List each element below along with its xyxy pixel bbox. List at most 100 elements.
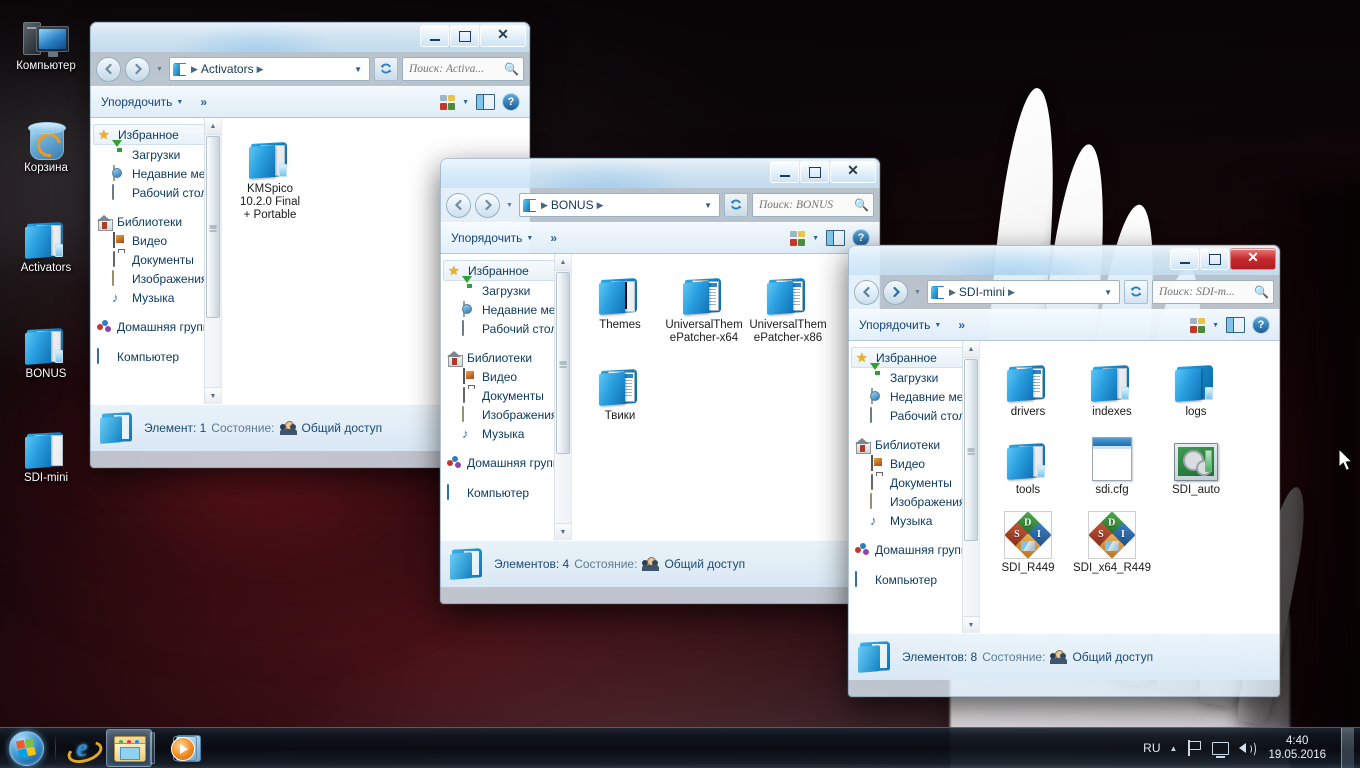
toolbar[interactable]: Упорядочить ▼ » ▼ ? (440, 222, 880, 254)
search-field[interactable] (407, 62, 502, 76)
help-icon[interactable]: ? (502, 93, 520, 111)
navigation-scrollbar[interactable]: ▲ ▼ (554, 254, 571, 540)
sidebar-item-pictures[interactable]: Изображения (90, 269, 221, 288)
search-field[interactable] (1157, 285, 1252, 299)
sidebar-item-libraries[interactable]: Библиотеки (90, 213, 221, 231)
breadcrumb[interactable]: ▶ SDI-mini ▶ ▼ (927, 280, 1120, 304)
preview-pane-icon[interactable] (476, 94, 495, 110)
list-item[interactable]: D S I SDI_R449 (986, 507, 1070, 575)
toolbar[interactable]: Упорядочить ▼ » ▼ ? (848, 309, 1280, 341)
breadcrumb[interactable]: ▶ Activators ▶ ▼ (169, 57, 370, 81)
sidebar-item-video[interactable]: Видео (90, 231, 221, 250)
sidebar-item-documents[interactable]: Документы (440, 386, 571, 405)
list-item[interactable]: KMSpico 10.2.0 Final + Portable (228, 128, 312, 222)
change-view-icon[interactable] (1190, 317, 1206, 333)
recent-pages-dropdown[interactable]: ▼ (912, 289, 923, 296)
breadcrumb-path[interactable]: BONUS (551, 198, 594, 212)
organize-button[interactable]: Упорядочить ▼ (446, 229, 538, 247)
volume-icon[interactable] (1238, 740, 1257, 757)
scroll-up-icon[interactable]: ▲ (205, 118, 221, 135)
sidebar-item-recent-places[interactable]: Недавние места (848, 387, 979, 406)
forward-button[interactable] (883, 279, 908, 305)
sidebar-item-homegroup[interactable]: Домашняя группа (90, 318, 221, 336)
toolbar-overflow-button[interactable]: » (194, 93, 213, 111)
list-item[interactable]: UniversalThemePatcher-x86 (746, 264, 830, 345)
desktop-icon-activators[interactable]: Activators (2, 212, 90, 275)
sidebar-item-recent-places[interactable]: Недавние места (90, 164, 221, 183)
language-indicator[interactable]: RU (1143, 741, 1160, 755)
desktop-icon-recycle-bin[interactable]: Корзина (2, 112, 90, 175)
navigation-scrollbar[interactable]: ▲ ▼ (962, 341, 979, 633)
explorer-window-bonus[interactable]: ✕ ▼ ▶ BONUS ▶ ▼ 🔍 Упорядочи (440, 158, 880, 604)
sidebar-item-computer[interactable]: Компьютер (440, 483, 571, 502)
help-icon[interactable]: ? (1252, 316, 1270, 334)
sidebar-item-downloads[interactable]: Загрузки (90, 140, 221, 164)
back-button[interactable] (854, 279, 879, 305)
organize-button[interactable]: Упорядочить ▼ (96, 93, 188, 111)
chevron-down-icon[interactable]: ▼ (462, 99, 469, 106)
scrollbar-thumb[interactable] (964, 359, 978, 541)
toolbar-overflow-button[interactable]: » (952, 316, 971, 334)
breadcrumb[interactable]: ▶ BONUS ▶ ▼ (519, 193, 720, 217)
file-list[interactable]: Themes UniversalThemePatcher-x64 Univers… (572, 254, 880, 540)
show-desktop-button[interactable] (1341, 728, 1354, 768)
recent-pages-dropdown[interactable]: ▼ (154, 66, 165, 73)
desktop-icon-sdi-mini[interactable]: SDI-mini (2, 422, 90, 485)
scroll-down-icon[interactable]: ▼ (205, 387, 221, 404)
window-controls[interactable]: ✕ (1169, 248, 1276, 270)
sidebar-item-documents[interactable]: Документы (90, 250, 221, 269)
address-bar[interactable]: ▼ ▶ SDI-mini ▶ ▼ 🔍 (848, 275, 1280, 309)
organize-button[interactable]: Упорядочить ▼ (854, 316, 946, 334)
sidebar-item-desktop[interactable]: Рабочий стол (848, 406, 979, 425)
sidebar-item-libraries[interactable]: Библиотеки (848, 436, 979, 454)
explorer-window-sdi-mini[interactable]: ✕ ▼ ▶ SDI-mini ▶ ▼ 🔍 Упоряд (848, 245, 1280, 697)
sidebar-item-downloads[interactable]: Загрузки (440, 276, 571, 300)
address-bar[interactable]: ▼ ▶ BONUS ▶ ▼ 🔍 (440, 188, 880, 222)
breadcrumb-path[interactable]: SDI-mini (959, 285, 1005, 299)
preview-pane-icon[interactable] (1226, 317, 1245, 333)
navigation-pane[interactable]: ★ Избранное Загрузки Недавние места Рабо… (90, 118, 222, 404)
list-item[interactable]: logs (1154, 351, 1238, 419)
clock[interactable]: 4:40 19.05.2016 (1264, 734, 1330, 762)
toolbar-overflow-button[interactable]: » (544, 229, 563, 247)
change-view-icon[interactable] (440, 94, 456, 110)
start-button[interactable] (0, 728, 52, 768)
window-controls[interactable]: ✕ (419, 25, 526, 47)
sidebar-item-music[interactable]: ♪ Музыка (440, 424, 571, 443)
scroll-down-icon[interactable]: ▼ (555, 523, 571, 540)
forward-button[interactable] (475, 192, 500, 218)
list-item[interactable]: D S I SDI_x64_R449 (1070, 507, 1154, 575)
minimize-button[interactable] (420, 25, 449, 47)
list-item[interactable]: UniversalThemePatcher-x64 (662, 264, 746, 345)
preview-pane-icon[interactable] (826, 230, 845, 246)
search-input[interactable]: 🔍 (1152, 280, 1274, 304)
window-titlebar[interactable]: ✕ (440, 158, 880, 188)
show-hidden-icons-button[interactable]: ▲ (1170, 744, 1178, 753)
list-item[interactable]: sdi.cfg (1070, 429, 1154, 497)
list-item[interactable]: drivers (986, 351, 1070, 419)
breadcrumb-separator[interactable]: ▶ (596, 200, 605, 211)
toolbar[interactable]: Упорядочить ▼ » ▼ ? (90, 86, 530, 118)
list-item[interactable]: indexes (1070, 351, 1154, 419)
file-list[interactable]: drivers indexes logs tools sdi.cfg SDI_a… (980, 341, 1280, 633)
maximize-button[interactable] (450, 25, 479, 47)
change-view-icon[interactable] (790, 230, 806, 246)
desktop-icon-bonus[interactable]: BONUS (2, 318, 90, 381)
scroll-up-icon[interactable]: ▲ (555, 254, 571, 271)
chevron-down-icon[interactable]: ▼ (1212, 322, 1219, 329)
navigation-pane[interactable]: ★ Избранное Загрузки Недавние места Рабо… (440, 254, 572, 540)
window-titlebar[interactable]: ✕ (848, 245, 1280, 275)
breadcrumb-separator[interactable]: ▶ (256, 64, 265, 75)
back-button[interactable] (96, 56, 121, 82)
sidebar-item-homegroup[interactable]: Домашняя группа (440, 454, 571, 472)
sidebar-item-libraries[interactable]: Библиотеки (440, 349, 571, 367)
sidebar-item-computer[interactable]: Компьютер (90, 347, 221, 366)
window-controls[interactable]: ✕ (769, 161, 876, 183)
sidebar-item-computer[interactable]: Компьютер (848, 570, 979, 589)
recent-pages-dropdown[interactable]: ▼ (504, 202, 515, 209)
taskbar-button-windows-explorer[interactable] (106, 729, 155, 767)
list-item[interactable]: Themes (578, 264, 662, 345)
breadcrumb-separator[interactable]: ▶ (1007, 287, 1016, 298)
close-button[interactable]: ✕ (1230, 248, 1276, 270)
chevron-down-icon[interactable]: ▼ (1099, 288, 1117, 297)
